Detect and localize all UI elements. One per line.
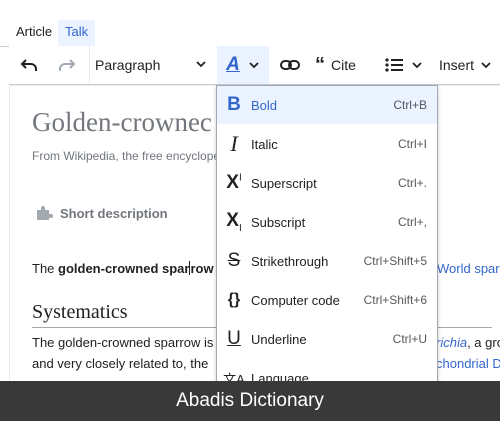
menu-item-label: Computer code (251, 292, 340, 308)
menu-item-label: Bold (251, 97, 278, 113)
menu-item-underline[interactable]: U Underline Ctrl+U (217, 320, 437, 358)
quote-icon: “ (315, 53, 325, 76)
superscript-glyph: X (226, 172, 239, 193)
italic-icon: I (230, 131, 238, 156)
menu-item-strikethrough[interactable]: S Strikethrough Ctrl+Shift+5 (217, 242, 437, 280)
menu-item-shortcut: Ctrl+Shift+5 (363, 254, 427, 268)
menu-item-label: Strikethrough (251, 253, 329, 269)
tab-bar: Article Talk (0, 0, 500, 47)
tab-article[interactable]: Article (9, 20, 60, 46)
undo-button[interactable] (15, 46, 43, 84)
text-style-menu: B Bold Ctrl+B I Italic Ctrl+I XI Supersc… (216, 85, 438, 387)
menu-item-shortcut: Ctrl+U (392, 332, 427, 346)
paragraph-label: Paragraph (95, 57, 161, 73)
paragraph-line-1-right: richia, a gro (436, 335, 500, 350)
menu-item-subscript[interactable]: XI Subscript Ctrl+, (217, 203, 437, 241)
page-title: Golden-crownec (32, 107, 212, 137)
menu-item-shortcut: Ctrl+. (397, 176, 427, 190)
menu-item-shortcut: Ctrl+Shift+6 (363, 293, 427, 307)
lead-link[interactable]: World spar (437, 261, 500, 276)
site-tagline: From Wikipedia, the free encyclope (32, 149, 221, 163)
editor-toolbar: Paragraph A “ Cite Insert (9, 46, 500, 85)
menu-item-label: Superscript (251, 175, 317, 191)
text-style-dropdown[interactable]: A (217, 46, 269, 84)
redo-icon (59, 59, 76, 71)
chevron-down-icon (481, 62, 491, 69)
menu-item-italic[interactable]: I Italic Ctrl+I (217, 125, 437, 163)
lead-bold-b: row (190, 261, 214, 276)
puzzle-icon (37, 206, 53, 220)
list-dropdown[interactable] (385, 46, 433, 84)
subscript-icon: XI (226, 210, 242, 234)
menu-item-shortcut: Ctrl+B (393, 98, 427, 112)
tab-talk[interactable]: Talk (58, 20, 96, 47)
paragraph-line-1: The golden-crowned sparrow is (32, 335, 214, 350)
link-button[interactable] (275, 46, 305, 84)
menu-item-label: Underline (251, 331, 307, 347)
insert-dropdown[interactable]: Insert (439, 46, 500, 84)
superscript-icon: XI (226, 172, 242, 193)
paragraph-line-2-link[interactable]: chondrial D (436, 356, 500, 371)
undo-icon (20, 59, 37, 71)
link-icon (280, 60, 300, 70)
paragraph-line-1-tail: , a gro (467, 335, 500, 350)
chevron-down-icon (412, 62, 422, 69)
watermark-bar: Abadis Dictionary (0, 381, 500, 421)
code-icon: {} (227, 291, 241, 308)
lead-paragraph: The golden-crowned sparrow (32, 261, 214, 276)
cite-button[interactable]: “ Cite (315, 46, 379, 84)
paragraph-format-dropdown[interactable]: Paragraph (95, 46, 213, 84)
toolbar-divider (89, 46, 90, 84)
chevron-down-icon (249, 62, 259, 69)
menu-item-shortcut: Ctrl+, (397, 215, 427, 229)
lead-prefix: The (32, 261, 59, 276)
menu-item-superscript[interactable]: XI Superscript Ctrl+. (217, 164, 437, 202)
paragraph-line-2: and very closely related to, the (32, 356, 209, 371)
menu-item-shortcut: Ctrl+I (397, 137, 427, 151)
redo-button[interactable] (53, 46, 81, 84)
text-style-icon: A (226, 54, 240, 75)
short-description[interactable]: Short description (36, 205, 168, 221)
menu-item-label: Italic (251, 136, 278, 152)
watermark-text: Abadis Dictionary (176, 390, 324, 411)
subscript-glyph: X (226, 210, 239, 232)
genus-link[interactable]: richia (436, 335, 467, 350)
chevron-down-icon (196, 61, 206, 68)
lead-bold-a: golden-crowned spar (58, 261, 190, 276)
menu-item-label: Subscript (251, 214, 306, 230)
strikethrough-icon: S (227, 250, 241, 271)
menu-item-computer-code[interactable]: {} Computer code Ctrl+Shift+6 (217, 281, 437, 319)
bold-icon: B (227, 94, 241, 115)
cite-label: Cite (331, 57, 356, 73)
bullet-list-icon (385, 58, 403, 72)
short-description-label: Short description (60, 205, 168, 221)
underline-icon: U (227, 328, 241, 349)
menu-item-bold[interactable]: B Bold Ctrl+B (217, 86, 437, 124)
insert-label: Insert (439, 57, 475, 73)
